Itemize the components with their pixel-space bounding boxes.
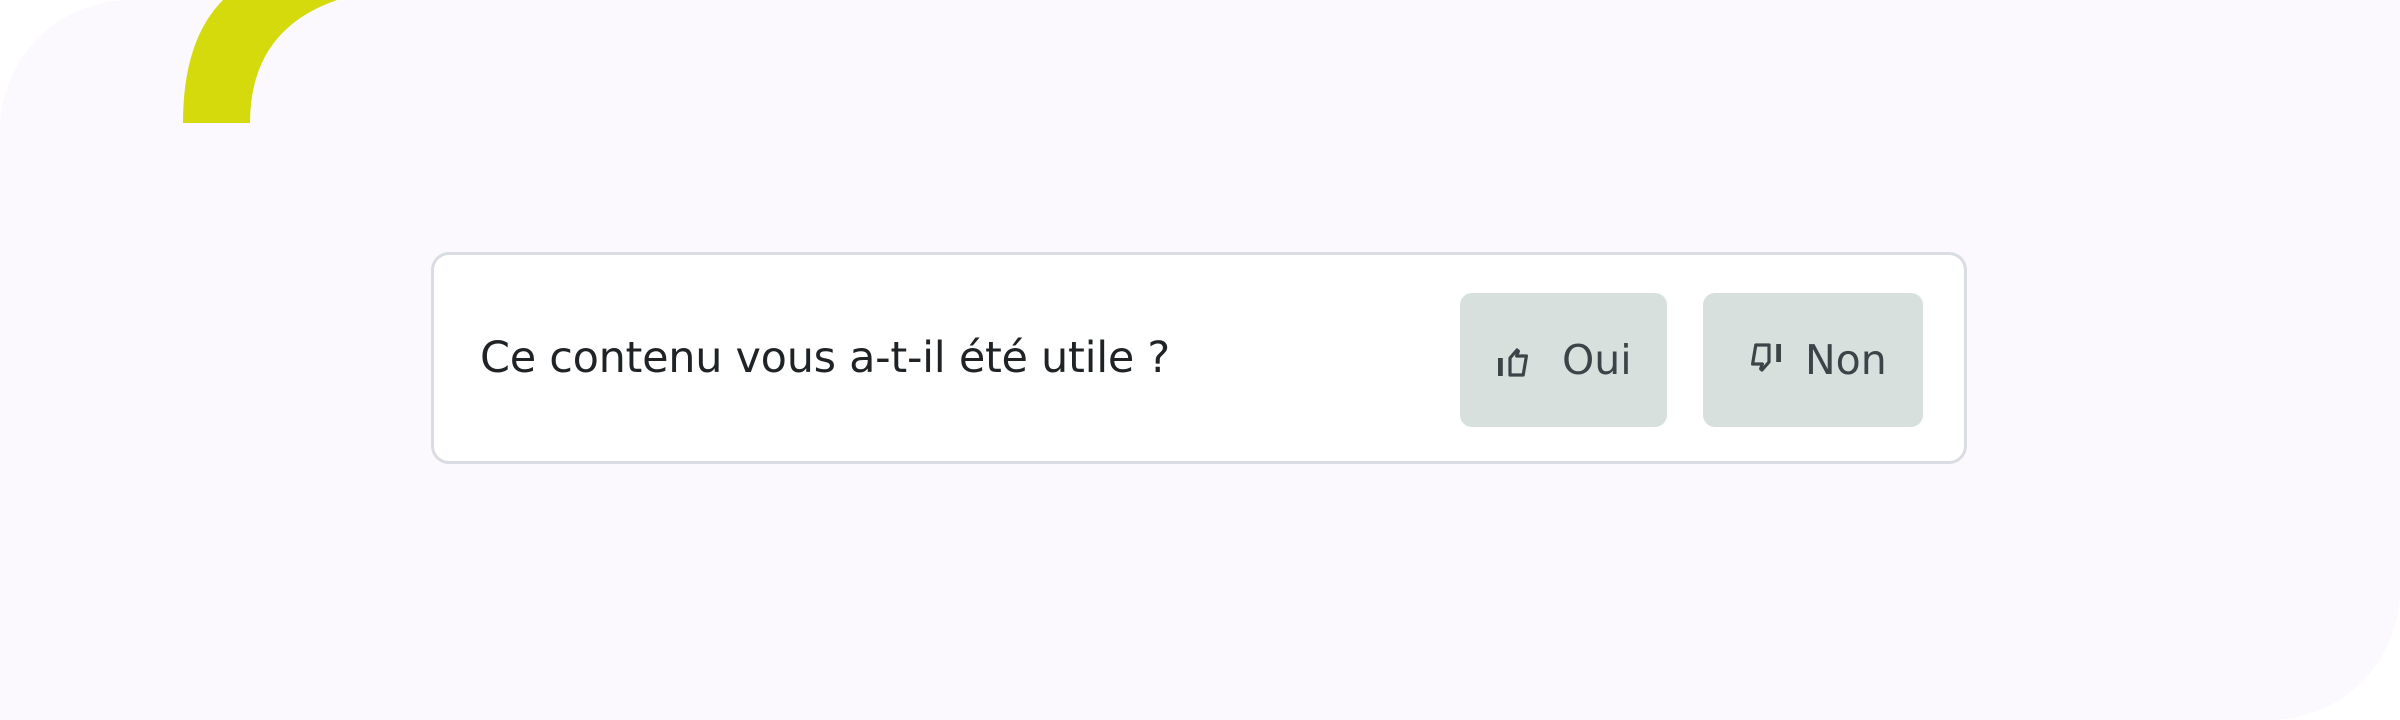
feedback-card: Ce contenu vous a-t-il été utile ? Oui N…	[431, 252, 1967, 464]
feedback-question: Ce contenu vous a-t-il été utile ?	[480, 333, 1170, 383]
no-button[interactable]: Non	[1703, 293, 1923, 427]
thumbs-down-icon	[1737, 336, 1785, 384]
thumbs-up-icon	[1494, 336, 1542, 384]
yes-button[interactable]: Oui	[1460, 293, 1667, 427]
no-label: Non	[1805, 336, 1887, 384]
yes-label: Oui	[1562, 336, 1632, 384]
decorative-arc	[183, 0, 337, 123]
page-background: Ce contenu vous a-t-il été utile ? Oui N…	[0, 0, 2400, 720]
